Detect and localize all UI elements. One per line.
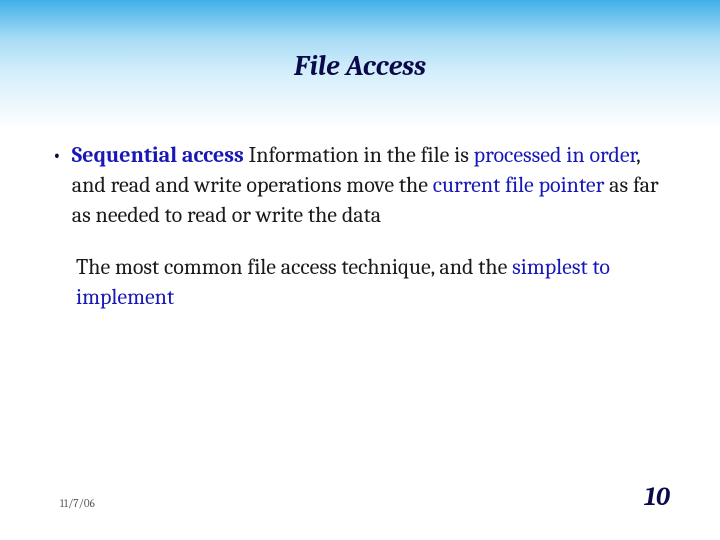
paragraph-2: The most common file access technique, a… <box>76 252 660 312</box>
text-fragment: The most common file access technique, a… <box>76 254 512 280</box>
highlight-current-file-pointer: current file pointer <box>433 172 605 198</box>
page-number: 10 <box>645 482 670 512</box>
header-gradient: File Access <box>0 0 720 130</box>
bullet-dot-icon: • <box>52 140 62 170</box>
content-area: • Sequential access Information in the f… <box>52 140 660 312</box>
bullet-item: • Sequential access Information in the f… <box>52 140 660 230</box>
slide-title: File Access <box>0 50 720 82</box>
text-fragment: Information in the file is <box>244 142 474 168</box>
highlight-processed-in-order: processed in order <box>474 142 636 168</box>
bullet-text: Sequential access Information in the fil… <box>72 140 660 230</box>
term-sequential-access: Sequential access <box>72 142 244 168</box>
footer-date: 11/7/06 <box>60 497 95 510</box>
